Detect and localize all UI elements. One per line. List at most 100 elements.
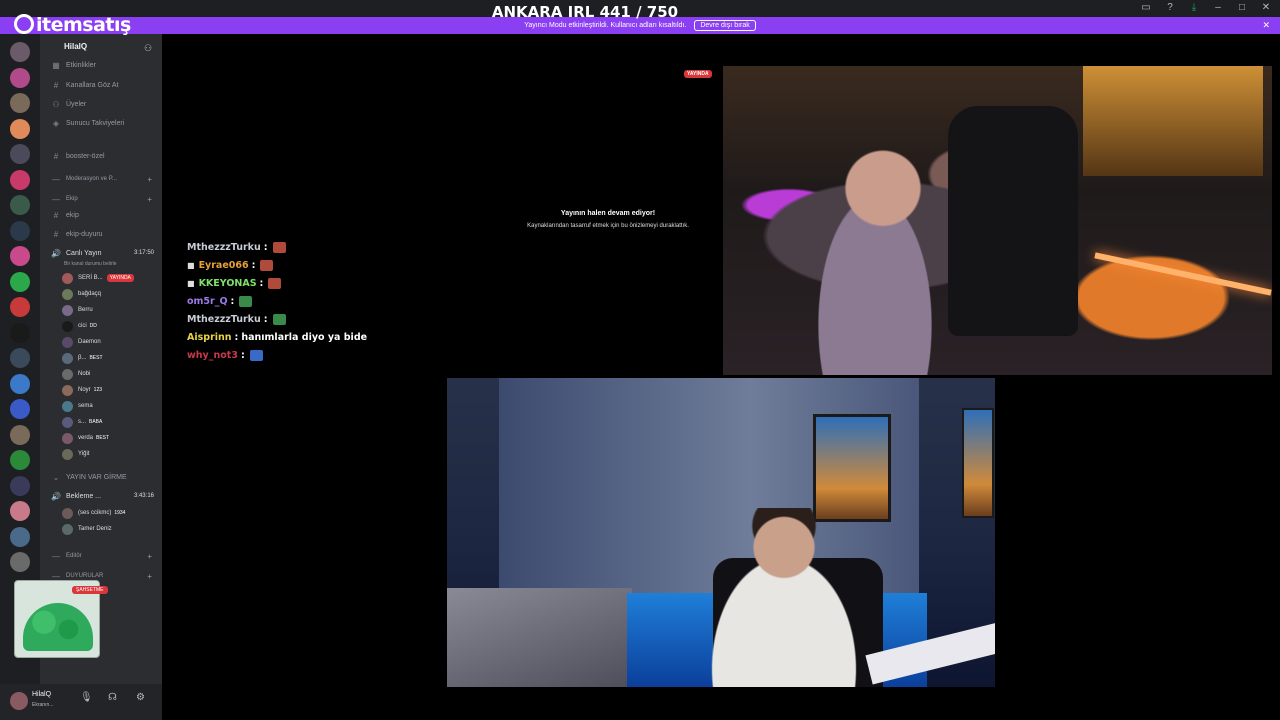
help-icon[interactable]: ? [1164, 2, 1176, 13]
category-yayin[interactable]: ⌄ YAYIN VAR GİRME [40, 470, 162, 484]
guild-name[interactable]: HilalQ [64, 42, 87, 51]
server-icon[interactable] [10, 67, 30, 88]
sidebar-item-label: Sunucu Takviyeleri [66, 119, 125, 127]
channel-ekip[interactable]: # ekip [40, 208, 162, 222]
chat-message: ■ KKEYONAS: [187, 274, 487, 292]
download-icon[interactable]: ⤓ [1188, 2, 1200, 13]
user-tag: BEST [96, 435, 110, 441]
voice-channel-waiting[interactable]: 🔊 Bekleme ... 3:43:16 [40, 489, 162, 503]
server-icon[interactable] [10, 322, 30, 343]
server-icon[interactable] [10, 552, 30, 572]
window-controls: ▭ ? ⤓ – □ ✕ [1140, 2, 1272, 13]
app-window: ▭ ? ⤓ – □ ✕ itemsatış ANKARA IRL 441 / 7… [0, 0, 1280, 720]
brand-text: itemsatış [36, 14, 131, 36]
add-channel-icon[interactable]: + [147, 175, 152, 184]
server-icon[interactable] [10, 348, 30, 368]
calendar-icon: ▦ [52, 60, 60, 70]
sidebar-item-events[interactable]: ▦ Etkinlikler [40, 58, 162, 72]
sidebar-item-boosts[interactable]: ◈ Sunucu Takviyeleri [40, 116, 162, 130]
server-icon[interactable] [10, 42, 30, 62]
voice-channel-live[interactable]: 🔊 Canlı Yayın 3:17:50 [40, 246, 162, 260]
inbox-icon[interactable]: ▭ [1140, 2, 1152, 13]
members-icon: ⚇ [52, 99, 60, 109]
hash-icon: # [53, 151, 59, 161]
server-icon[interactable] [10, 399, 30, 419]
streamer [803, 126, 963, 375]
chat-message: om5r_Q: [187, 292, 487, 310]
voice-user-name: Tamer Deniz [78, 526, 112, 532]
voice-user-name: Nobi [78, 371, 91, 377]
voice-user[interactable]: SERİ B... YAYINDA [62, 271, 158, 285]
voice-user-name: β... [78, 355, 87, 361]
sidebar-item-label: Etkinlikler [66, 61, 96, 69]
channel-label: ekip [66, 211, 79, 219]
voice-user[interactable]: Yiğit [62, 447, 158, 461]
category-moderation[interactable]: — Moderasyon ve P... + [40, 172, 162, 186]
live-badge: YAYINDA [106, 274, 134, 282]
chat-message: Aisprinn: hanımlarla diyo ya bide [187, 328, 487, 346]
user-panel: HilalQ Ekranın... 🎙 ☊ ⚙ [0, 684, 162, 720]
voice-user[interactable]: Berru [62, 303, 158, 317]
voice-user[interactable]: s... BABA [62, 415, 158, 429]
poster [962, 408, 994, 518]
close-icon[interactable]: ✕ [1260, 2, 1272, 13]
server-icon[interactable] [10, 297, 30, 317]
server-icon[interactable] [10, 424, 30, 445]
badge-icon: ■ [187, 260, 195, 270]
voice-user[interactable]: cici DD [62, 319, 158, 333]
add-member-icon[interactable]: ⚇ [144, 43, 152, 54]
server-icon[interactable] [10, 195, 30, 215]
voice-user[interactable]: sema [62, 399, 158, 413]
avatar [62, 416, 73, 428]
category-label: YAYIN VAR GİRME [66, 473, 127, 481]
add-channel-icon[interactable]: + [147, 195, 152, 204]
voice-user[interactable]: Noyr 123 [62, 383, 158, 397]
user-name[interactable]: HilalQ [32, 691, 51, 698]
avatar[interactable] [10, 692, 28, 710]
voice-user-name: s... [78, 419, 87, 425]
voice-user[interactable]: bağdaçq [62, 287, 158, 301]
category-label: Moderasyon ve P... [66, 176, 117, 182]
server-icon[interactable] [10, 373, 30, 394]
server-icon[interactable] [10, 118, 30, 139]
emote-icon [260, 259, 274, 271]
server-icon[interactable] [10, 169, 30, 190]
minimize-icon[interactable]: – [1212, 2, 1224, 13]
voice-user[interactable]: (ses ccikmc) 1934 [62, 506, 158, 520]
microphone-icon[interactable]: 🎙 [80, 692, 93, 703]
avatar [62, 400, 73, 412]
server-icon[interactable] [10, 220, 30, 241]
poster [813, 414, 891, 522]
server-icon[interactable] [10, 501, 30, 521]
server-icon[interactable] [10, 475, 30, 496]
banner-close-icon[interactable]: ✕ [1262, 20, 1270, 31]
voice-user[interactable]: Nobi [62, 367, 158, 381]
voice-user[interactable]: Tamer Deniz [62, 522, 158, 536]
voice-user[interactable]: Daemon [62, 335, 158, 349]
voice-status[interactable]: Bir kanal durumu belirle [64, 261, 117, 267]
voice-timer: 3:17:50 [133, 250, 154, 256]
add-channel-icon[interactable]: + [147, 552, 152, 561]
server-icon[interactable] [10, 144, 30, 164]
voice-user-name: verda [78, 435, 94, 441]
speaker-icon: 🔊 [51, 491, 61, 501]
sidebar-item-browse-channels[interactable]: # Kanallara Göz At [40, 78, 162, 92]
channel-booster[interactable]: # booster-özel [40, 149, 162, 163]
server-icon[interactable] [10, 246, 30, 266]
gear-icon[interactable]: ⚙ [136, 692, 145, 703]
maximize-icon[interactable]: □ [1236, 2, 1248, 13]
add-channel-icon[interactable]: + [147, 572, 152, 581]
category-ekip[interactable]: — Ekip + [40, 192, 162, 206]
server-icon[interactable] [10, 271, 30, 292]
disable-streamer-mode-button[interactable]: Devre dışı bırak [694, 20, 756, 31]
sidebar-item-members[interactable]: ⚇ Üyeler [40, 97, 162, 111]
server-icon[interactable] [10, 526, 30, 547]
server-icon[interactable] [10, 93, 30, 113]
category-editor[interactable]: — Editör + [40, 549, 162, 563]
channel-ekip-duyuru[interactable]: # ekip-duyuru [40, 227, 162, 241]
server-icon[interactable] [10, 450, 30, 470]
headset-icon[interactable]: ☊ [108, 692, 117, 703]
voice-user[interactable]: β... BEST [62, 351, 158, 365]
voice-user[interactable]: verda BEST [62, 431, 158, 445]
dash-icon: — [52, 174, 60, 184]
